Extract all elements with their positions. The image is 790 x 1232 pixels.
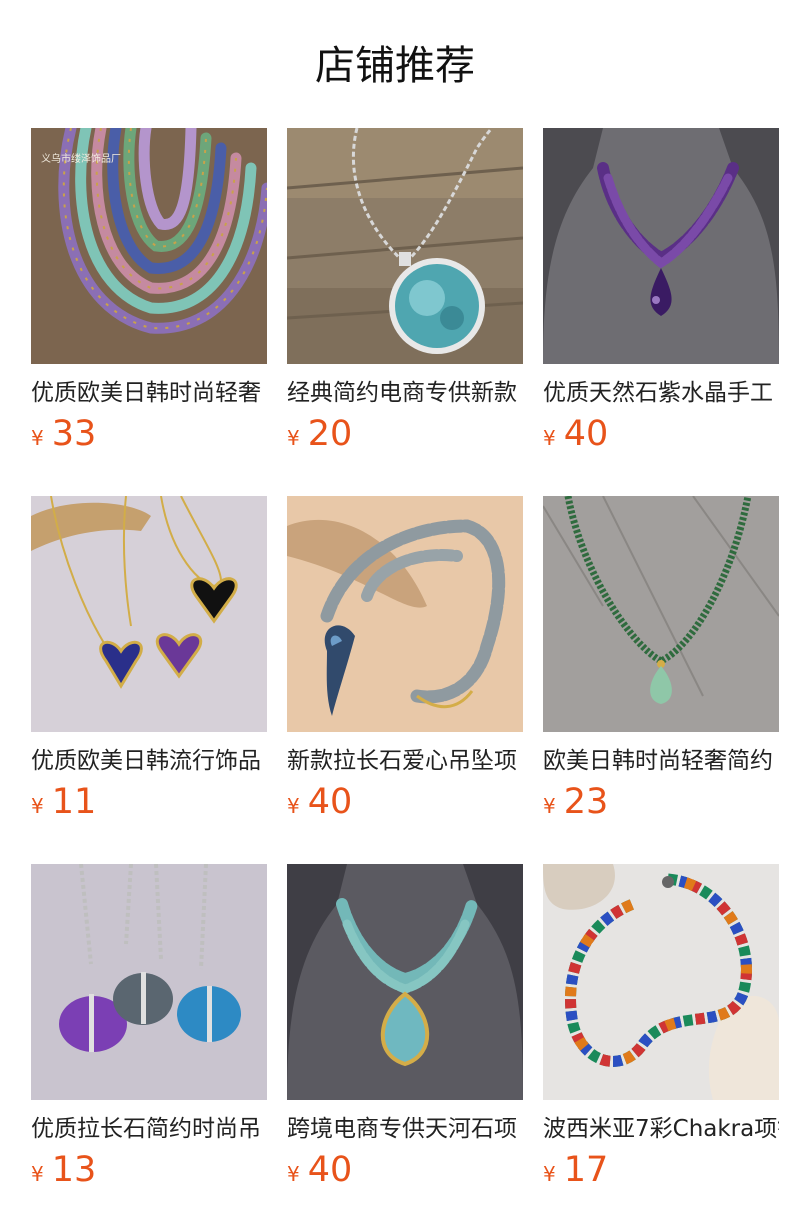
price-value: 13 [51, 1150, 97, 1190]
green-bead-drop-necklace-image[interactable] [543, 496, 779, 732]
currency-symbol: ¥ [543, 794, 556, 818]
product-card[interactable]: 义乌市缕泽饰品厂 优质欧美日韩时尚轻奢 ¥33 [31, 128, 267, 473]
product-card[interactable]: 经典简约电商专供新款 ¥20 [287, 128, 523, 473]
product-price: ¥40 [543, 414, 779, 460]
product-price: ¥17 [543, 1150, 779, 1196]
watermark-text: 义乌市缕泽饰品厂 [41, 152, 121, 165]
amazonite-necklace-image[interactable] [287, 864, 523, 1100]
price-value: 23 [563, 782, 609, 822]
product-name[interactable]: 波西米亚7彩Chakra项链 [543, 1114, 779, 1144]
product-price: ¥40 [287, 1150, 523, 1196]
product-name[interactable]: 跨境电商专供天河石项 [287, 1114, 523, 1144]
currency-symbol: ¥ [287, 794, 300, 818]
product-card[interactable]: 新款拉长石爱心吊坠项 ¥40 [287, 496, 523, 841]
heart-pendant-necklaces-image[interactable] [31, 496, 267, 732]
price-value: 40 [563, 414, 609, 454]
multi-strand-gemstone-necklace-image[interactable]: 义乌市缕泽饰品厂 [31, 128, 267, 364]
price-value: 17 [563, 1150, 609, 1190]
price-value: 33 [51, 414, 97, 454]
product-card[interactable]: 欧美日韩时尚轻奢简约 ¥23 [543, 496, 779, 841]
product-price: ¥13 [31, 1150, 267, 1196]
chakra-cube-necklace-image[interactable] [543, 864, 779, 1100]
product-card[interactable]: 优质天然石紫水晶手工 ¥40 [543, 128, 779, 473]
shop-recommendations-page: 店铺推荐 义乌市缕泽饰品厂 优质欧美日韩时尚轻奢 ¥ 33 经典简约电商专供新款… [0, 0, 790, 1232]
price-value: 40 [307, 782, 353, 822]
currency-symbol: ¥ [31, 426, 44, 450]
product-name[interactable]: 经典简约电商专供新款 [287, 378, 523, 408]
product-name[interactable]: 优质拉长石简约时尚吊 [31, 1114, 267, 1144]
currency-symbol: ¥ [31, 794, 44, 818]
labradorite-bead-necklace-image[interactable] [287, 496, 523, 732]
product-price: ¥33 [31, 414, 267, 460]
oval-stone-pendants-image[interactable] [31, 864, 267, 1100]
product-grid: 义乌市缕泽饰品厂 优质欧美日韩时尚轻奢 ¥33 经典简约电商专供新款 ¥ 20 … [31, 128, 779, 1209]
product-price: ¥11 [31, 782, 267, 828]
product-price: ¥23 [543, 782, 779, 828]
currency-symbol: ¥ [287, 1162, 300, 1186]
currency-symbol: ¥ [31, 1162, 44, 1186]
currency-symbol: ¥ [543, 1162, 556, 1186]
product-card[interactable]: 优质拉长石简约时尚吊 ¥13 [31, 864, 267, 1209]
price-value: 20 [307, 414, 353, 454]
product-price: ¥40 [287, 782, 523, 828]
price-value: 40 [307, 1150, 353, 1190]
page-title: 店铺推荐 [315, 43, 475, 89]
amethyst-drop-necklace-image[interactable] [543, 128, 779, 364]
currency-symbol: ¥ [287, 426, 300, 450]
turquoise-pendant-necklace-image[interactable] [287, 128, 523, 364]
product-name[interactable]: 优质天然石紫水晶手工 [543, 378, 779, 408]
product-card[interactable]: 波西米亚7彩Chakra项链 ¥17 [543, 864, 779, 1209]
product-name[interactable]: 新款拉长石爱心吊坠项 [287, 746, 523, 776]
product-card[interactable]: 跨境电商专供天河石项 ¥40 [287, 864, 523, 1209]
product-name[interactable]: 优质欧美日韩流行饰品 [31, 746, 267, 776]
product-card[interactable]: 优质欧美日韩流行饰品 ¥11 [31, 496, 267, 841]
price-value: 11 [51, 782, 97, 822]
product-name[interactable]: 欧美日韩时尚轻奢简约 [543, 746, 779, 776]
product-price: ¥20 [287, 414, 523, 460]
product-name[interactable]: 优质欧美日韩时尚轻奢 [31, 378, 267, 408]
currency-symbol: ¥ [543, 426, 556, 450]
